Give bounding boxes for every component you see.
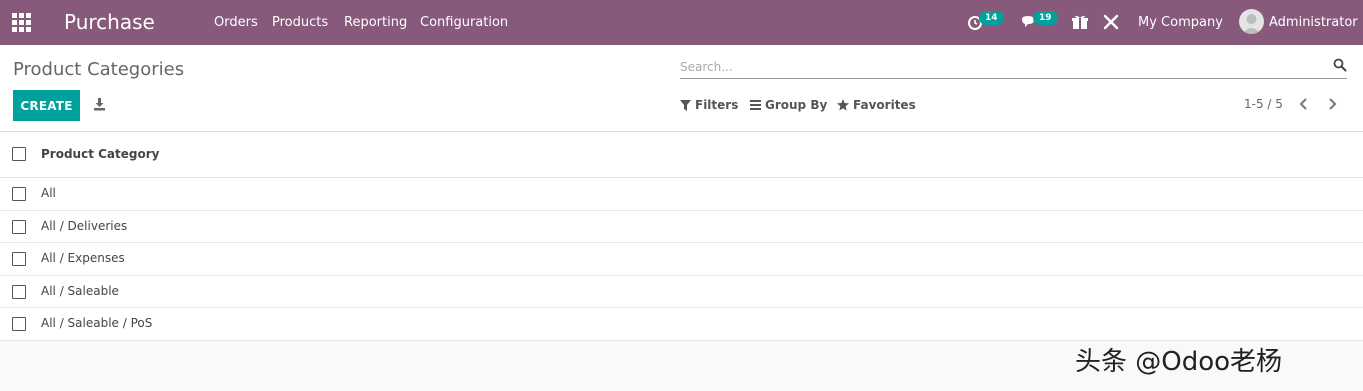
menu-products[interactable]: Products xyxy=(272,15,328,30)
category-name-cell: All xyxy=(41,186,56,200)
search-input[interactable] xyxy=(680,57,1320,77)
row-checkbox[interactable] xyxy=(12,284,26,299)
row-checkbox[interactable] xyxy=(12,317,26,331)
list-body: All All / Deliveries All / Expenses All … xyxy=(0,178,1363,341)
filters-label: Filters xyxy=(695,98,739,112)
company-switcher[interactable]: My Company xyxy=(1138,15,1223,30)
favorites-label: Favorites xyxy=(853,98,916,112)
star-icon xyxy=(837,99,849,111)
search-bar xyxy=(680,55,1347,79)
download-icon[interactable] xyxy=(93,97,106,111)
category-name-cell: All / Deliveries xyxy=(41,218,128,233)
table-row[interactable]: All / Expenses xyxy=(0,243,1363,276)
tools-debug-icon[interactable] xyxy=(1101,12,1121,32)
list-icon xyxy=(750,100,761,110)
table-row[interactable]: All / Saleable / PoS xyxy=(0,308,1363,341)
filter-icon xyxy=(680,99,691,111)
row-checkbox[interactable] xyxy=(12,252,26,266)
watermark-text: 头条 @Odoo老杨 xyxy=(1075,347,1283,377)
create-button[interactable]: CREATE xyxy=(13,90,80,121)
gift-icon[interactable] xyxy=(1070,12,1090,32)
group-by-button[interactable]: Group By xyxy=(750,98,827,112)
category-name-cell: All / Saleable / PoS xyxy=(41,316,153,330)
user-menu[interactable]: Administrator xyxy=(1269,15,1358,30)
group-by-label: Group By xyxy=(765,98,828,112)
row-checkbox[interactable] xyxy=(12,187,26,201)
table-row[interactable]: All / Deliveries xyxy=(0,210,1363,243)
user-avatar[interactable] xyxy=(1239,9,1264,34)
table-row[interactable]: All / Saleable xyxy=(0,275,1363,308)
pager-previous-icon[interactable] xyxy=(1298,97,1310,111)
top-navbar: Purchase Orders Products Reporting Confi… xyxy=(0,0,1363,45)
search-icon[interactable] xyxy=(1333,58,1347,72)
control-panel: Product Categories CREATE Filters Group … xyxy=(0,45,1363,132)
select-all-checkbox[interactable] xyxy=(12,147,26,161)
column-header-product-category[interactable]: Product Category xyxy=(41,147,159,161)
favorites-button[interactable]: Favorites xyxy=(837,98,916,112)
apps-menu-icon[interactable] xyxy=(12,13,31,32)
app-title[interactable]: Purchase xyxy=(64,10,155,34)
activity-count-badge: 14 xyxy=(979,11,1004,25)
row-checkbox[interactable] xyxy=(12,219,26,234)
table-row[interactable]: All xyxy=(0,178,1363,211)
pager-next-icon[interactable] xyxy=(1326,97,1338,111)
category-name-cell: All / Expenses xyxy=(41,251,125,265)
list-header: Product Category xyxy=(0,132,1363,178)
page-title: Product Categories xyxy=(13,59,185,80)
filters-button[interactable]: Filters xyxy=(680,98,738,112)
message-count-badge: 19 xyxy=(1033,11,1058,25)
category-name-cell: All / Saleable xyxy=(41,283,119,298)
menu-orders[interactable]: Orders xyxy=(214,15,258,30)
menu-reporting[interactable]: Reporting xyxy=(344,15,407,30)
pager-value[interactable]: 1-5 / 5 xyxy=(1244,97,1283,111)
menu-configuration[interactable]: Configuration xyxy=(420,15,508,30)
